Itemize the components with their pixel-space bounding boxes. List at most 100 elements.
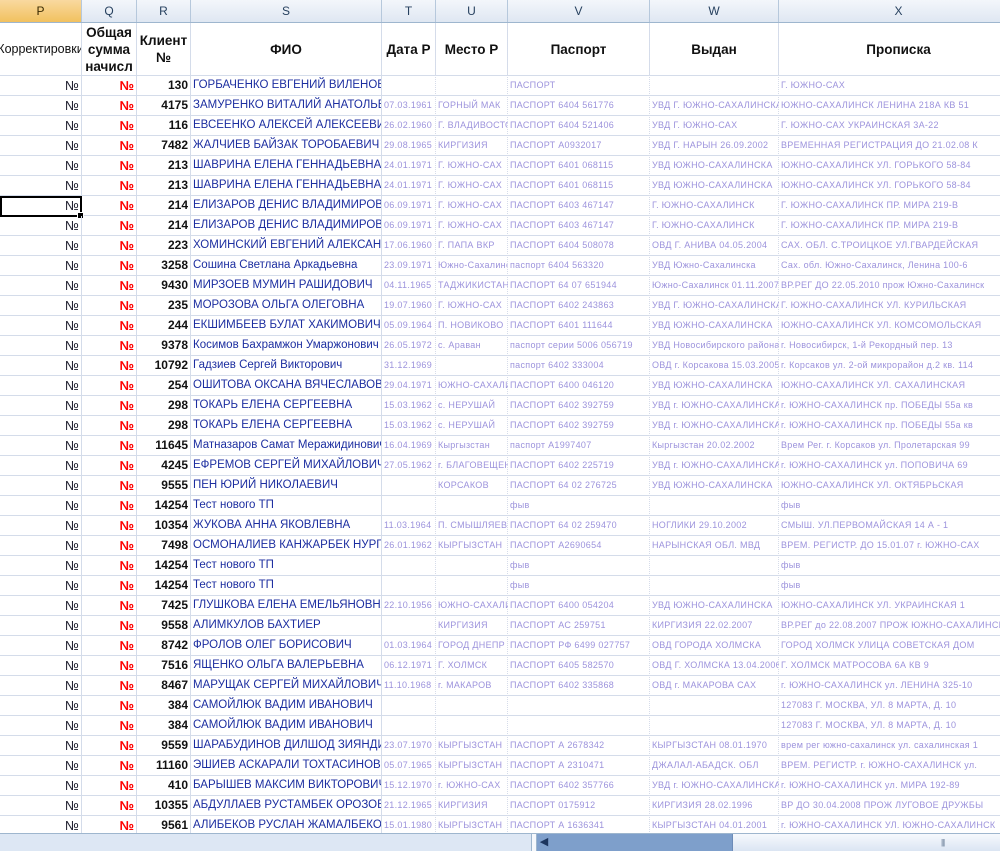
cell-passport[interactable]: ПАСПОРТ 6404 508078 bbox=[508, 236, 650, 255]
cell-fio[interactable]: Косимов Бахрамжон Умаржонович bbox=[191, 336, 382, 355]
cell-fio[interactable]: ЯЩЕНКО ОЛЬГА ВАЛЕРЬЕВНА bbox=[191, 656, 382, 675]
cell-birth-place[interactable]: КОРСАКОВ bbox=[436, 476, 508, 495]
column-header-p[interactable]: P bbox=[0, 0, 82, 22]
cell-birth-place[interactable]: КИРГИЗИЯ bbox=[436, 616, 508, 635]
cell-issued-by[interactable]: УВД ЮЖНО-САХАЛИНСКА bbox=[650, 376, 779, 395]
cell-birth-place[interactable] bbox=[436, 696, 508, 715]
cell-birth-date[interactable]: 07.03.1961 bbox=[382, 96, 436, 115]
cell-registration[interactable]: Г. ЮЖНО-САХАЛИНСК ПР. МИРА 219-В bbox=[779, 196, 1000, 215]
cell-corrections[interactable]: № bbox=[0, 76, 82, 95]
header-fio[interactable]: ФИО bbox=[191, 23, 382, 75]
cell-client-no[interactable]: 9558 bbox=[137, 616, 191, 635]
cell-birth-date[interactable] bbox=[382, 696, 436, 715]
cell-corrections[interactable]: № bbox=[0, 716, 82, 735]
cell-passport[interactable]: ПАСПОРТ 6401 111644 bbox=[508, 316, 650, 335]
cell-issued-by[interactable]: УВД г. ЮЖНО-САХАЛИНСКА bbox=[650, 396, 779, 415]
cell-birth-place[interactable]: Г. ВЛАДИВОСТОК bbox=[436, 116, 508, 135]
cell-fio[interactable]: ОСМОНАЛИЕВ КАНЖАРБЕК НУРГАЗИЕВИЧ bbox=[191, 536, 382, 555]
cell-total-sum[interactable]: № bbox=[82, 716, 137, 735]
cell-issued-by[interactable]: УВД ЮЖНО-САХАЛИНСКА bbox=[650, 176, 779, 195]
header-passport[interactable]: Паспорт bbox=[508, 23, 650, 75]
cell-issued-by[interactable]: УВД г. ЮЖНО-САХАЛИНСКА bbox=[650, 416, 779, 435]
cell-birth-place[interactable]: Г. ПАПА ВКР bbox=[436, 236, 508, 255]
cell-passport[interactable]: ПАСПОРТ А 2310471 bbox=[508, 756, 650, 775]
cell-issued-by[interactable]: НАРЫНСКАЯ ОБЛ. МВД bbox=[650, 536, 779, 555]
cell-fio[interactable]: Тест нового ТП bbox=[191, 556, 382, 575]
cell-fio[interactable]: САМОЙЛЮК ВАДИМ ИВАНОВИЧ bbox=[191, 696, 382, 715]
cell-issued-by[interactable]: НОГЛИКИ 29.10.2002 bbox=[650, 516, 779, 535]
cell-passport[interactable]: ПАСПОРТ 6402 357766 bbox=[508, 776, 650, 795]
cell-birth-place[interactable]: с. НЕРУШАЙ bbox=[436, 416, 508, 435]
cell-issued-by[interactable]: УВД Г. НАРЫН 26.09.2002 bbox=[650, 136, 779, 155]
cell-birth-place[interactable] bbox=[436, 576, 508, 595]
cell-corrections[interactable]: № bbox=[0, 256, 82, 275]
header-birth-date[interactable]: Дата Р bbox=[382, 23, 436, 75]
cell-fio[interactable]: ШАВРИНА ЕЛЕНА ГЕННАДЬЕВНА bbox=[191, 176, 382, 195]
cell-birth-date[interactable]: 21.12.1965 bbox=[382, 796, 436, 815]
cell-birth-date[interactable]: 17.06.1960 bbox=[382, 236, 436, 255]
cell-registration[interactable]: г. ЮЖНО-САХАЛИНСК ул. ПОПОВИЧА 69 bbox=[779, 456, 1000, 475]
cell-birth-date[interactable]: 31.12.1969 bbox=[382, 356, 436, 375]
cell-total-sum[interactable]: № bbox=[82, 296, 137, 315]
cell-passport[interactable]: ПАСПОРТ 6405 582570 bbox=[508, 656, 650, 675]
cell-registration[interactable]: ЮЖНО-САХАЛИНСК УЛ. УКРАИНСКАЯ 1 bbox=[779, 596, 1000, 615]
cell-fio[interactable]: ЭШИЕВ АСКАРАЛИ ТОХТАСИНОВИЧ bbox=[191, 756, 382, 775]
cell-corrections[interactable]: № bbox=[0, 516, 82, 535]
cell-client-no[interactable]: 8467 bbox=[137, 676, 191, 695]
cell-birth-date[interactable] bbox=[382, 556, 436, 575]
cell-passport[interactable]: паспорт 6402 333004 bbox=[508, 356, 650, 375]
cell-client-no[interactable]: 11160 bbox=[137, 756, 191, 775]
cell-total-sum[interactable]: № bbox=[82, 616, 137, 635]
cell-birth-date[interactable]: 19.07.1960 bbox=[382, 296, 436, 315]
cell-passport[interactable]: ПАСПОРТ 64 07 651944 bbox=[508, 276, 650, 295]
cell-total-sum[interactable]: № bbox=[82, 256, 137, 275]
cell-birth-date[interactable]: 01.03.1964 bbox=[382, 636, 436, 655]
cell-issued-by[interactable]: ОВД ГОРОДА ХОЛМСКА bbox=[650, 636, 779, 655]
cell-client-no[interactable]: 213 bbox=[137, 156, 191, 175]
cell-birth-date[interactable]: 26.02.1960 bbox=[382, 116, 436, 135]
cell-birth-date[interactable]: 15.03.1962 bbox=[382, 416, 436, 435]
cell-registration[interactable]: г. Корсаков ул. 2-ой микрорайон д.2 кв. … bbox=[779, 356, 1000, 375]
cell-fio[interactable]: САМОЙЛЮК ВАДИМ ИВАНОВИЧ bbox=[191, 716, 382, 735]
cell-registration[interactable]: г. ЮЖНО-САХАЛИНСК пр. ПОБЕДЫ 55а кв bbox=[779, 396, 1000, 415]
cell-registration[interactable]: ЮЖНО-САХАЛИНСК ЛЕНИНА 218А КВ 51 bbox=[779, 96, 1000, 115]
cell-client-no[interactable]: 298 bbox=[137, 416, 191, 435]
cell-client-no[interactable]: 9559 bbox=[137, 736, 191, 755]
cell-total-sum[interactable]: № bbox=[82, 596, 137, 615]
cell-corrections[interactable]: № bbox=[0, 396, 82, 415]
cell-birth-date[interactable]: 15.03.1962 bbox=[382, 396, 436, 415]
cell-fio[interactable]: ОШИТОВА ОКСАНА ВЯЧЕСЛАВОВНА bbox=[191, 376, 382, 395]
cell-corrections[interactable]: № bbox=[0, 296, 82, 315]
cell-corrections[interactable]: № bbox=[0, 356, 82, 375]
cell-issued-by[interactable] bbox=[650, 576, 779, 595]
cell-birth-place[interactable]: Г. ЮЖНО-САХ bbox=[436, 156, 508, 175]
cell-birth-date[interactable]: 15.12.1970 bbox=[382, 776, 436, 795]
cell-total-sum[interactable]: № bbox=[82, 456, 137, 475]
cell-birth-date[interactable] bbox=[382, 496, 436, 515]
column-header-x[interactable]: X bbox=[779, 0, 1000, 22]
cell-total-sum[interactable]: № bbox=[82, 276, 137, 295]
cell-corrections[interactable]: № bbox=[0, 616, 82, 635]
cell-client-no[interactable]: 14254 bbox=[137, 556, 191, 575]
cell-registration[interactable]: фыв bbox=[779, 496, 1000, 515]
cell-registration[interactable]: ЮЖНО-САХАЛИНСК УЛ. ГОРЬКОГО 58-84 bbox=[779, 156, 1000, 175]
cell-corrections[interactable]: № bbox=[0, 196, 82, 215]
cell-total-sum[interactable]: № bbox=[82, 136, 137, 155]
cell-fio[interactable]: Тест нового ТП bbox=[191, 496, 382, 515]
cell-corrections[interactable]: № bbox=[0, 536, 82, 555]
cell-passport[interactable]: фыв bbox=[508, 496, 650, 515]
cell-birth-date[interactable] bbox=[382, 616, 436, 635]
cell-total-sum[interactable]: № bbox=[82, 536, 137, 555]
cell-total-sum[interactable]: № bbox=[82, 736, 137, 755]
cell-registration[interactable]: 127083 Г. МОСКВА, УЛ. 8 МАРТА, Д. 10 bbox=[779, 716, 1000, 735]
cell-corrections[interactable]: № bbox=[0, 476, 82, 495]
cell-passport[interactable]: ПАСПОРТ 64 02 259470 bbox=[508, 516, 650, 535]
cell-registration[interactable]: ЮЖНО-САХАЛИНСК УЛ. САХАЛИНСКАЯ bbox=[779, 376, 1000, 395]
cell-birth-place[interactable]: КЫРГЫЗСТАН bbox=[436, 736, 508, 755]
cell-issued-by[interactable]: Южно-Сахалинск 01.11.2007 bbox=[650, 276, 779, 295]
cell-birth-date[interactable]: 06.12.1971 bbox=[382, 656, 436, 675]
cell-birth-date[interactable]: 11.03.1964 bbox=[382, 516, 436, 535]
cell-client-no[interactable]: 14254 bbox=[137, 576, 191, 595]
cell-client-no[interactable]: 9430 bbox=[137, 276, 191, 295]
cell-fio[interactable]: ГОРБАЧЕНКО ЕВГЕНИЙ ВИЛЕНОВИЧ bbox=[191, 76, 382, 95]
